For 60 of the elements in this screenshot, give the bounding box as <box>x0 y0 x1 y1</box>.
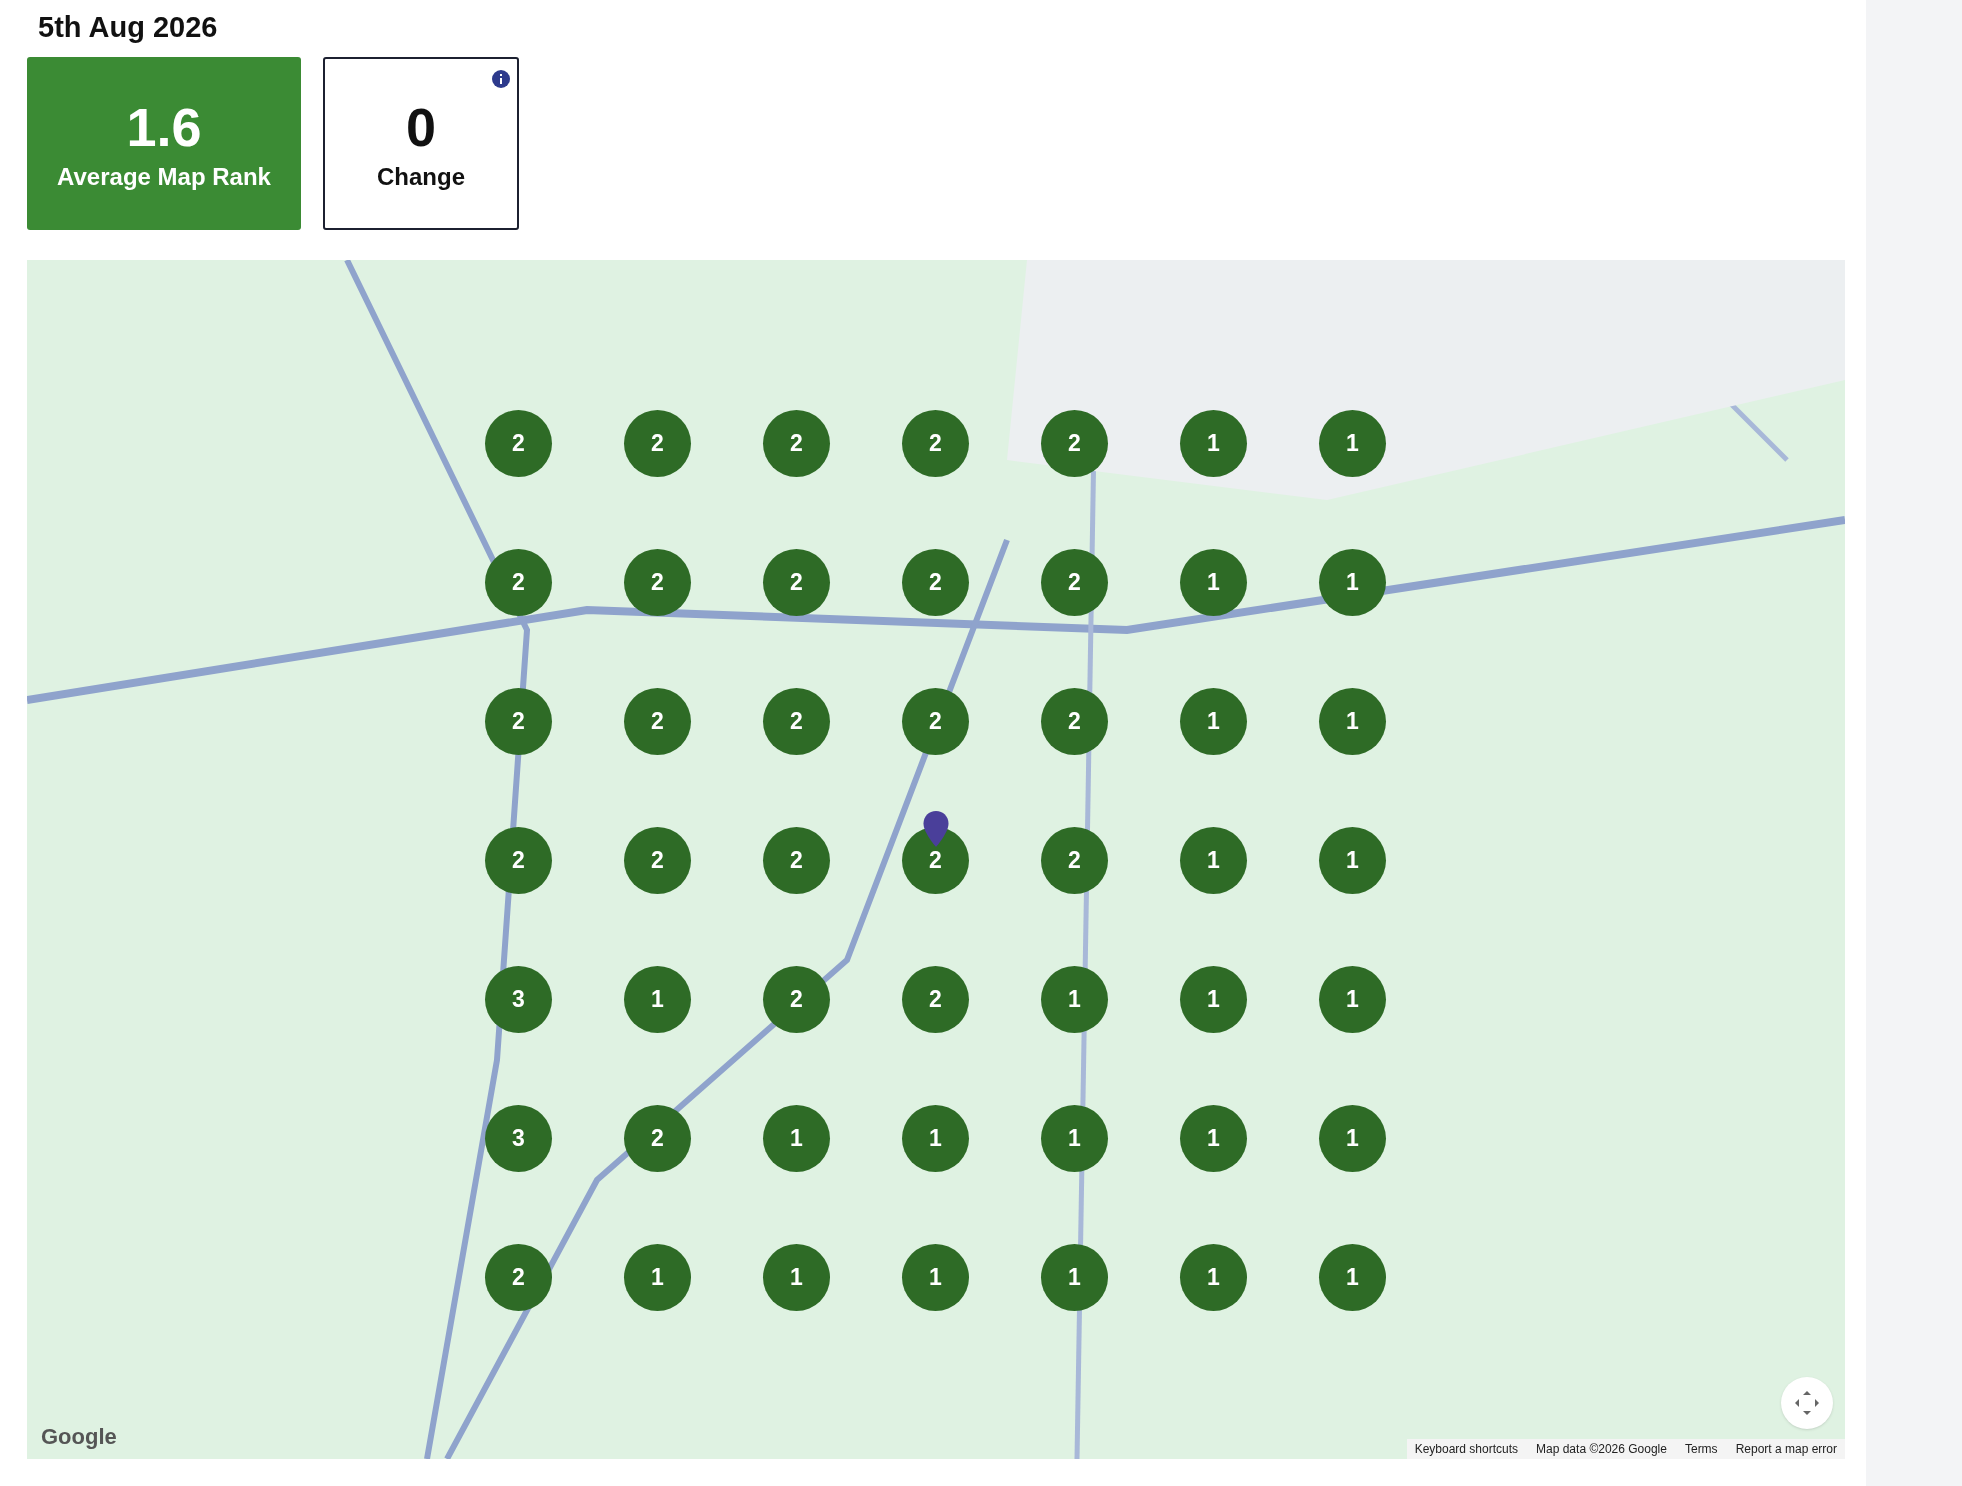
rank-marker[interactable]: 2 <box>763 410 830 477</box>
rank-marker[interactable]: 1 <box>763 1244 830 1311</box>
report-date: 5th Aug 2026 <box>38 10 218 45</box>
rank-marker[interactable]: 2 <box>902 688 969 755</box>
rank-marker[interactable]: 2 <box>485 410 552 477</box>
rank-marker[interactable]: 1 <box>624 966 691 1033</box>
rank-marker[interactable]: 1 <box>1041 1105 1108 1172</box>
rank-marker[interactable]: 2 <box>1041 688 1108 755</box>
rank-marker[interactable]: 1 <box>1180 549 1247 616</box>
rank-marker[interactable]: 3 <box>485 966 552 1033</box>
rank-marker[interactable]: 1 <box>763 1105 830 1172</box>
rank-marker[interactable]: 3 <box>485 1105 552 1172</box>
stat-label: Change <box>377 161 465 192</box>
rank-marker[interactable]: 1 <box>1180 1244 1247 1311</box>
map-footer-link[interactable]: Report a map error <box>1735 1440 1837 1458</box>
rank-marker[interactable]: 1 <box>1319 549 1386 616</box>
rank-marker[interactable]: 2 <box>902 410 969 477</box>
rank-marker[interactable]: 1 <box>624 1244 691 1311</box>
rank-marker[interactable]: 2 <box>624 1105 691 1172</box>
rank-marker[interactable]: 1 <box>1319 966 1386 1033</box>
rank-marker[interactable]: 1 <box>1319 1105 1386 1172</box>
rank-marker[interactable]: 1 <box>902 1244 969 1311</box>
rank-marker[interactable]: 1 <box>1319 1244 1386 1311</box>
rank-marker[interactable]: 1 <box>1180 1105 1247 1172</box>
rank-marker[interactable]: 2 <box>1041 827 1108 894</box>
rank-marker[interactable]: 2 <box>485 1244 552 1311</box>
rank-marker[interactable]: 2 <box>624 549 691 616</box>
rank-marker[interactable]: 1 <box>1041 1244 1108 1311</box>
map-footer-link[interactable]: Map data ©2026 Google <box>1536 1440 1667 1458</box>
info-icon[interactable] <box>492 70 510 88</box>
rank-marker[interactable]: 2 <box>763 966 830 1033</box>
rank-marker[interactable]: 2 <box>763 827 830 894</box>
rank-marker[interactable]: 2 <box>485 827 552 894</box>
rank-marker[interactable]: 2 <box>624 827 691 894</box>
rank-marker[interactable]: 2 <box>624 410 691 477</box>
rank-marker[interactable]: 2 <box>902 966 969 1033</box>
rank-marker[interactable]: 2 <box>485 688 552 755</box>
rank-marker[interactable]: 1 <box>1180 688 1247 755</box>
rank-marker[interactable]: 2 <box>485 549 552 616</box>
stat-value: 0 <box>405 95 436 159</box>
location-pin-icon <box>923 811 949 847</box>
rank-marker[interactable]: 2 <box>624 688 691 755</box>
rank-marker[interactable]: 2 <box>902 549 969 616</box>
rank-marker[interactable]: 1 <box>902 1105 969 1172</box>
rank-marker[interactable]: 1 <box>1319 827 1386 894</box>
rank-marker[interactable]: 2 <box>763 549 830 616</box>
rank-marker[interactable]: 2 <box>763 688 830 755</box>
rank-marker[interactable]: 1 <box>1041 966 1108 1033</box>
stat-label: Average Map Rank <box>57 161 271 192</box>
stat-value: 1.6 <box>126 95 202 159</box>
map-footer-link[interactable]: Terms <box>1684 1440 1718 1458</box>
rank-marker[interactable]: 2 <box>1041 549 1108 616</box>
rank-marker[interactable]: 1 <box>1180 827 1247 894</box>
map[interactable]: 2 2 2 2 2 1 1 2 2 2 2 2 1 1 2 2 2 2 2 1 1 2 2 2 2 2 1 1 3 1 2 2 1 1 1 3 2 1 1 1 1 1 2 1 1 1 1 1 1 Google Keyboard shortcuts Map data ©2026 Google Terms Report a map error <box>27 260 1845 1459</box>
rank-marker[interactable]: 1 <box>1180 966 1247 1033</box>
rank-marker[interactable]: 2 <box>902 827 969 894</box>
rank-marker[interactable]: 1 <box>1319 688 1386 755</box>
map-footer-link[interactable]: Keyboard shortcuts <box>1414 1440 1518 1458</box>
expand-icon <box>1793 1389 1821 1417</box>
map-logo: Google <box>41 1423 117 1451</box>
